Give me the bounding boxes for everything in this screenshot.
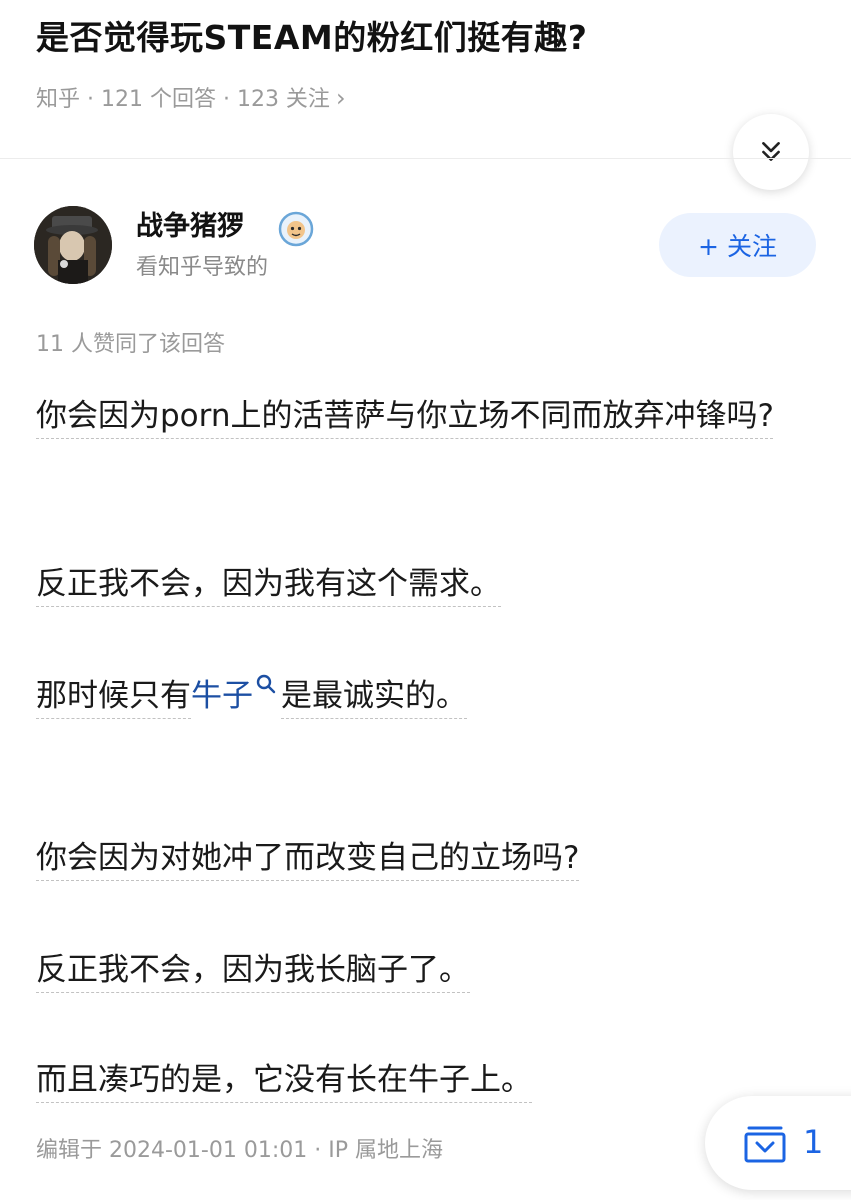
answer-paragraph-3: 那时候只有牛子 是最诚实的。 bbox=[36, 668, 816, 724]
question-meta[interactable]: 知乎 · 121 个回答 · 123 关注 › bbox=[36, 80, 346, 118]
answer-paragraph-2: 反正我不会，因为我有这个需求。 bbox=[36, 566, 501, 602]
collection-icon bbox=[744, 1126, 786, 1163]
author-name[interactable]: 战争猪猡 bbox=[136, 207, 244, 247]
collection-count: 1 bbox=[803, 1123, 824, 1161]
divider bbox=[0, 158, 851, 159]
verified-badge-icon bbox=[278, 211, 314, 247]
follow-button[interactable]: + 关注 bbox=[659, 213, 816, 277]
answer-paragraph-1: 你会因为porn上的活菩萨与你立场不同而放弃冲锋吗? bbox=[36, 398, 774, 434]
search-icon[interactable] bbox=[255, 673, 277, 695]
answer-paragraph-4: 你会因为对她冲了而改变自己的立场吗? bbox=[36, 840, 580, 876]
avatar[interactable] bbox=[34, 206, 112, 284]
chevron-right-icon: › bbox=[335, 84, 346, 112]
edit-info: 编辑于 2024-01-01 01:01 · IP 属地上海 bbox=[36, 1138, 443, 1163]
question-title[interactable]: 是否觉得玩STEAM的粉红们挺有趣? bbox=[36, 14, 826, 62]
author-bio: 看知乎导致的 bbox=[136, 255, 269, 280]
upvote-count: 11 人赞同了该回答 bbox=[36, 332, 225, 357]
double-chevron-down-icon bbox=[762, 142, 780, 161]
answer-paragraph-6: 而且凑巧的是，它没有长在牛子上。 bbox=[36, 1062, 532, 1098]
question-meta-text: 知乎 · 121 个回答 · 123 关注 bbox=[36, 87, 330, 112]
collapse-button[interactable] bbox=[733, 114, 809, 190]
answer-paragraph-5: 反正我不会，因为我长脑子了。 bbox=[36, 952, 470, 988]
search-link[interactable]: 牛子 bbox=[191, 678, 253, 714]
collection-button[interactable]: 1 bbox=[705, 1096, 851, 1190]
